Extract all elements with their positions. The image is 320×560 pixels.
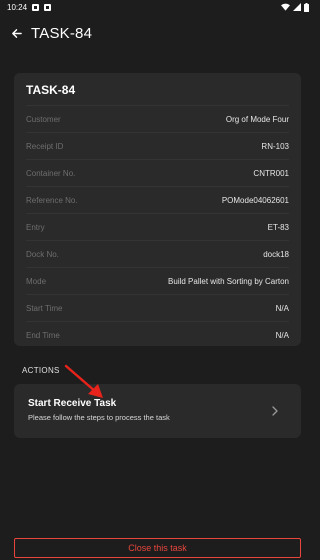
- detail-value: Build Pallet with Sorting by Carton: [168, 276, 289, 286]
- card-title: TASK-84: [26, 83, 76, 97]
- detail-row-container-no: Container No. CNTR001: [26, 159, 289, 186]
- notification-icon-2: [44, 3, 52, 11]
- back-arrow-icon[interactable]: [9, 26, 23, 40]
- detail-row-dock-no: Dock No. dock18: [26, 240, 289, 267]
- detail-row-reference-no: Reference No. POMode04062601: [26, 186, 289, 213]
- detail-label: Start Time: [26, 303, 63, 313]
- notification-icon: [32, 3, 40, 11]
- detail-label: Entry: [26, 222, 45, 232]
- action-title: Start Receive Task: [28, 398, 117, 409]
- detail-row-end-time: End Time N/A: [26, 321, 289, 348]
- detail-value: N/A: [275, 303, 289, 313]
- close-task-button[interactable]: Close this task: [14, 538, 301, 558]
- detail-row-mode: Mode Build Pallet with Sorting by Carton: [26, 267, 289, 294]
- detail-value: POMode04062601: [221, 195, 289, 205]
- start-receive-task-action[interactable]: Start Receive Task Please follow the ste…: [14, 384, 301, 438]
- page-title: TASK-84: [31, 24, 93, 42]
- actions-section-label: ACTIONS: [22, 366, 60, 375]
- status-bar: 10:24: [0, 0, 315, 14]
- detail-value: Org of Mode Four: [225, 114, 289, 124]
- action-subtitle: Please follow the steps to process the t…: [28, 413, 170, 422]
- app-bar: TASK-84: [0, 18, 315, 48]
- status-left: 10:24: [7, 2, 52, 12]
- status-time: 10:24: [7, 2, 28, 12]
- detail-label: Container No.: [26, 168, 76, 178]
- detail-value: ET-83: [267, 222, 289, 232]
- detail-row-entry: Entry ET-83: [26, 213, 289, 240]
- status-right: [281, 2, 309, 12]
- task-details-card: TASK-84 Customer Org of Mode Four Receip…: [14, 73, 301, 346]
- detail-label: End Time: [26, 330, 60, 340]
- detail-value: N/A: [275, 330, 289, 340]
- detail-label: Mode: [26, 276, 47, 286]
- detail-label: Customer: [26, 114, 61, 124]
- detail-row-customer: Customer Org of Mode Four: [26, 105, 289, 132]
- chevron-right-icon: [272, 406, 278, 416]
- detail-row-start-time: Start Time N/A: [26, 294, 289, 321]
- battery-icon: [304, 2, 309, 12]
- detail-label: Reference No.: [26, 195, 78, 205]
- detail-value: CNTR001: [253, 168, 289, 178]
- detail-row-receipt-id: Receipt ID RN-103: [26, 132, 289, 159]
- detail-value: RN-103: [261, 141, 289, 151]
- wifi-icon: [281, 3, 290, 11]
- detail-value: dock18: [263, 249, 289, 259]
- detail-label: Receipt ID: [26, 141, 64, 151]
- signal-icon: [293, 3, 301, 11]
- detail-label: Dock No.: [26, 249, 59, 259]
